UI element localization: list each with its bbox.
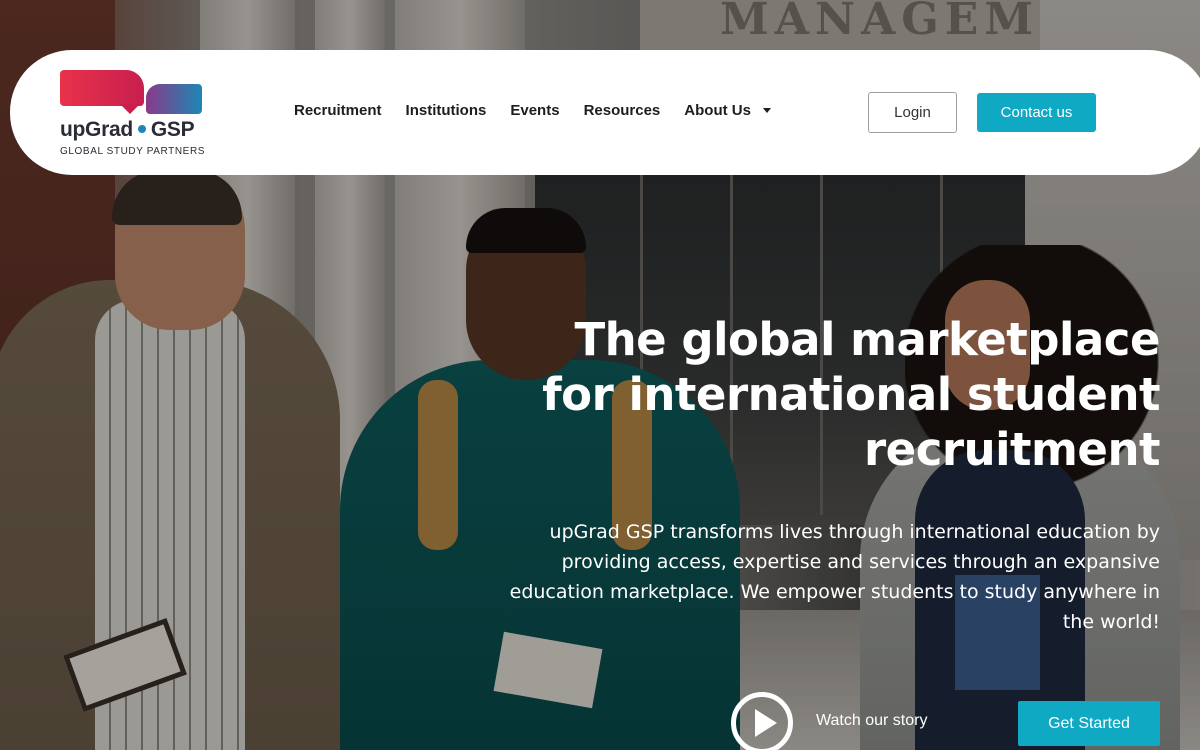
get-started-button[interactable]: Get Started [1018, 701, 1160, 746]
nav-item-about-us[interactable]: About Us [684, 102, 771, 119]
hero-headline-line: recruitment [863, 423, 1161, 476]
site-header: upGrad GSP GLOBAL STUDY PARTNERS Recruitm… [10, 50, 1200, 175]
chevron-down-icon[interactable] [762, 108, 771, 113]
nav-label: Institutions [405, 102, 487, 119]
main-nav: Recruitment Institutions Events Resource… [294, 102, 795, 119]
nav-item-resources[interactable]: Resources [584, 102, 661, 119]
logo-wordmark: upGrad GSP [60, 118, 195, 142]
nav-item-recruitment[interactable]: Recruitment [294, 102, 382, 119]
play-icon[interactable] [731, 692, 793, 750]
watch-story-link[interactable]: Watch our story [816, 712, 927, 730]
login-button[interactable]: Login [868, 92, 957, 133]
hero-headline-line: The global marketplace [574, 313, 1160, 366]
logo-speech-bubble-red [60, 70, 144, 114]
brand-logo[interactable]: upGrad GSP GLOBAL STUDY PARTNERS [60, 68, 210, 160]
nav-label: Recruitment [294, 102, 382, 119]
logo-name: upGrad [60, 118, 133, 141]
contact-us-button[interactable]: Contact us [977, 93, 1096, 132]
hero-headline-line: for international student [542, 368, 1160, 421]
nav-item-events[interactable]: Events [510, 102, 559, 119]
nav-label: Resources [583, 102, 661, 119]
logo-tagline: GLOBAL STUDY PARTNERS [60, 146, 206, 157]
nav-label: About Us [684, 102, 751, 119]
nav-label: Events [510, 102, 560, 119]
nav-item-institutions[interactable]: Institutions [406, 102, 487, 119]
hero-description: upGrad GSP transforms lives through inte… [509, 521, 1160, 633]
hero-headline: The global marketplace for international… [460, 312, 1160, 477]
logo-suffix: GSP [150, 118, 195, 141]
logo-dot [137, 124, 146, 133]
logo-speech-bubble-blue [146, 84, 202, 114]
